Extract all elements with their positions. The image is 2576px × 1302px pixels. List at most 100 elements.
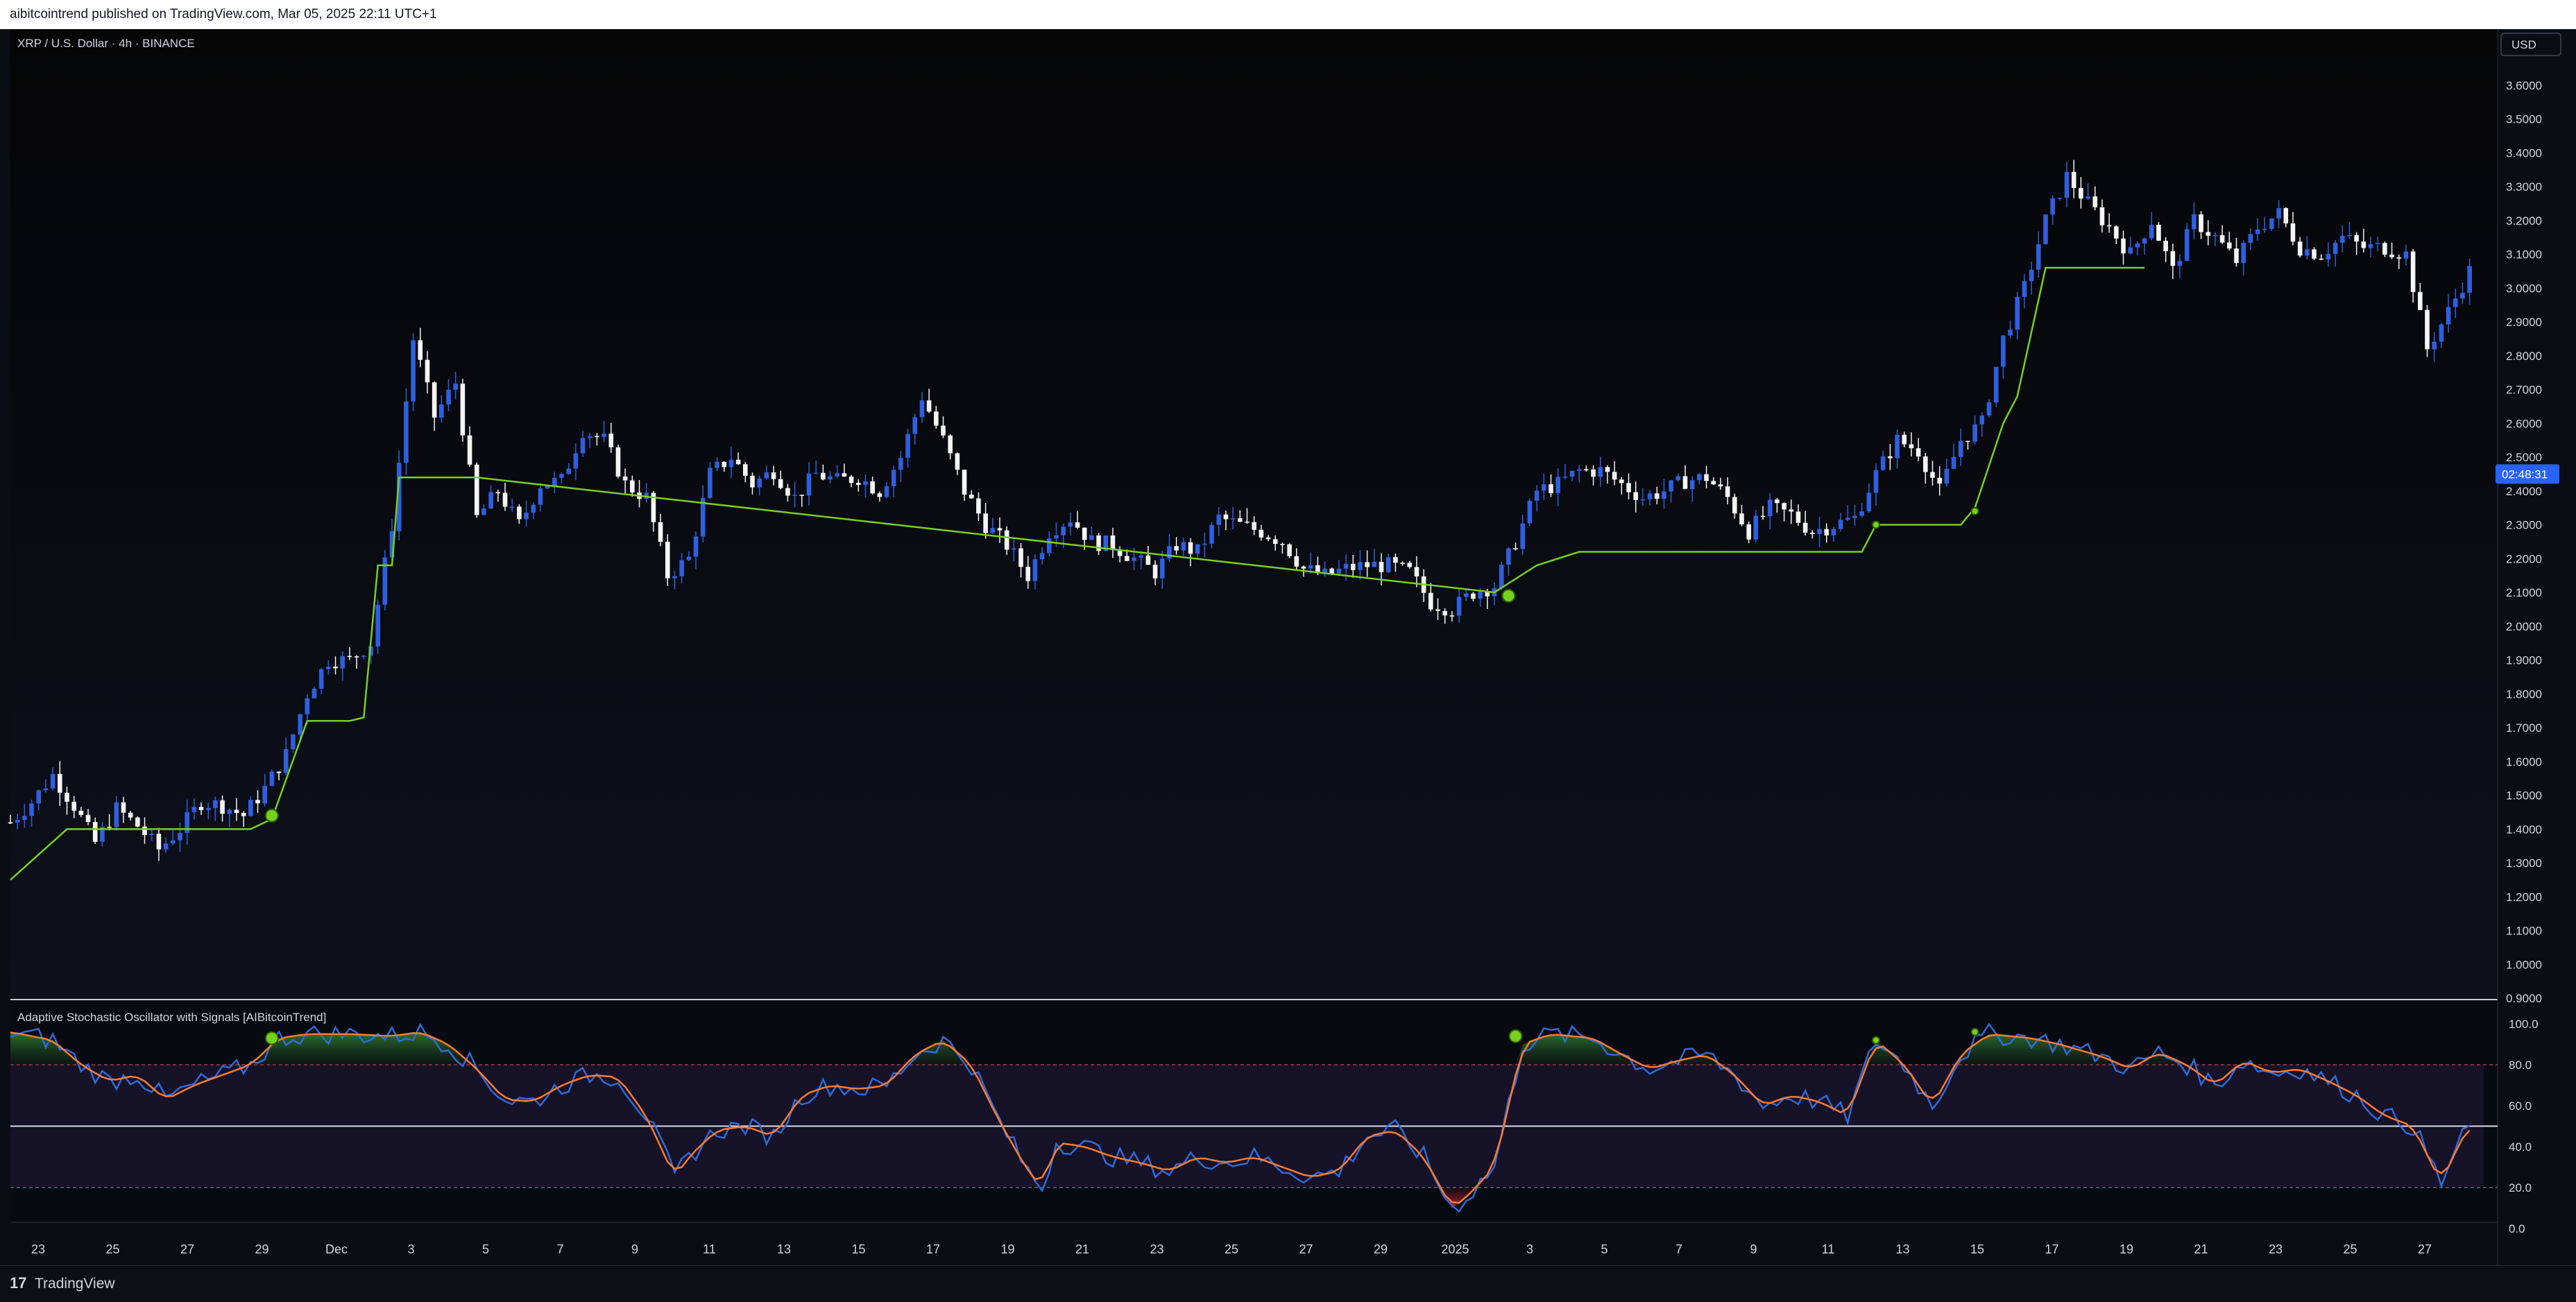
candle-body (778, 479, 783, 488)
candle-body (1407, 563, 1413, 567)
candle-body (1082, 527, 1087, 540)
candle-body (1068, 522, 1073, 527)
candle-body (1746, 524, 1751, 540)
candle-body (658, 522, 663, 542)
candle-body (432, 382, 437, 418)
candle-body (1612, 472, 1617, 480)
price-tick-label: 3.3000 (2506, 180, 2542, 194)
candle-body (2297, 241, 2303, 256)
oscillator-tick-label: 80.0 (2509, 1059, 2532, 1072)
candle-body (1252, 522, 1256, 530)
candle-body (241, 812, 246, 816)
candle-body (905, 434, 910, 458)
price-tick-label: 1.0000 (2506, 958, 2542, 971)
candle-body (2382, 243, 2387, 255)
candle-body (1972, 424, 1977, 442)
candle-body (1760, 515, 1766, 517)
candle-body (439, 404, 444, 418)
candle-body (1542, 484, 1546, 491)
price-tick-label: 2.7000 (2506, 384, 2542, 397)
candle-body (1958, 440, 1963, 457)
candle-body (1895, 434, 1900, 459)
candle-body (1230, 518, 1236, 520)
candle-body (955, 453, 960, 470)
candle-body (1294, 556, 1299, 567)
candle-body (1937, 477, 1942, 484)
candle-body (743, 464, 748, 476)
candle-body (488, 492, 493, 509)
candle-body (948, 435, 953, 454)
candle-body (2036, 244, 2041, 270)
candle-body (2149, 225, 2154, 239)
candle-body (1873, 470, 1879, 493)
candle-body (1888, 456, 1893, 459)
candle-body (1845, 517, 1850, 520)
candle-body (1775, 499, 1780, 504)
candle-body (2114, 226, 2119, 239)
oscillator-title: Adaptive Stochastic Oscillator with Sign… (17, 1011, 326, 1024)
candle-body (191, 807, 197, 812)
candle-body (1951, 456, 1956, 469)
tradingview-brand[interactable]: TradingView (35, 1276, 115, 1292)
candle-body (170, 840, 176, 843)
candle-body (135, 817, 140, 827)
candle-body (1463, 593, 1469, 597)
candle-body (969, 495, 974, 499)
candle-body (1159, 558, 1165, 579)
candle-body (2106, 225, 2112, 227)
candle-body (1456, 597, 1462, 616)
time-tick-label: 5 (482, 1242, 489, 1256)
candle-body (220, 800, 225, 814)
currency-label: USD (2511, 38, 2536, 51)
candle-body (1576, 469, 1582, 471)
tradingview-logo-icon[interactable]: 17 (10, 1274, 26, 1292)
candle-body (941, 425, 946, 436)
candle-body (580, 438, 586, 454)
candle-body (1265, 537, 1271, 540)
candle-body (821, 472, 826, 480)
candle-body (2121, 238, 2126, 254)
chart-area[interactable]: XRP / U.S. Dollar · 4h · BINANCE USD 3.6… (0, 29, 2576, 1265)
candle-body (1075, 522, 1080, 528)
candle-body (495, 492, 501, 494)
candle-body (58, 773, 62, 793)
candle-body (771, 472, 776, 479)
candle-body (1471, 593, 1476, 599)
candle-body (1880, 456, 1886, 470)
candle-body (1358, 562, 1363, 570)
price-tick-label: 1.6000 (2506, 755, 2542, 769)
candle-body (2460, 293, 2465, 299)
candle-body (198, 807, 204, 810)
candle-body (2332, 242, 2338, 255)
candle-body (2453, 298, 2458, 307)
candle-body (2312, 249, 2317, 259)
candle-body (1110, 535, 1116, 550)
candle-body (1365, 562, 1370, 567)
candle-body (502, 492, 508, 507)
candle-body (2347, 234, 2352, 237)
candle-body (1838, 520, 1843, 529)
candle-body (2192, 214, 2197, 230)
candle-body (1923, 456, 1928, 472)
candle-body (750, 475, 755, 488)
time-tick-label: 7 (556, 1242, 563, 1256)
candle-body (2227, 242, 2232, 249)
candle-body (361, 656, 366, 657)
candle-body (1605, 467, 1610, 472)
candle-body (1400, 563, 1405, 564)
candle-body (1902, 434, 1907, 445)
candle-body (1004, 530, 1009, 550)
candle-body (163, 843, 169, 850)
price-tick-label: 1.7000 (2506, 721, 2542, 735)
oscillator-tick-label: 0.0 (2509, 1222, 2525, 1235)
candle-body (1549, 484, 1553, 494)
candle-body (2403, 251, 2409, 259)
oscillator-tick-label: 20.0 (2509, 1181, 2532, 1194)
candle-body (2389, 255, 2394, 257)
candle-body (919, 400, 925, 418)
candle-body (375, 604, 380, 646)
candle-body (715, 461, 719, 468)
candle-body (1682, 476, 1688, 489)
time-tick-label: 15 (851, 1242, 865, 1256)
candle-body (305, 698, 310, 714)
